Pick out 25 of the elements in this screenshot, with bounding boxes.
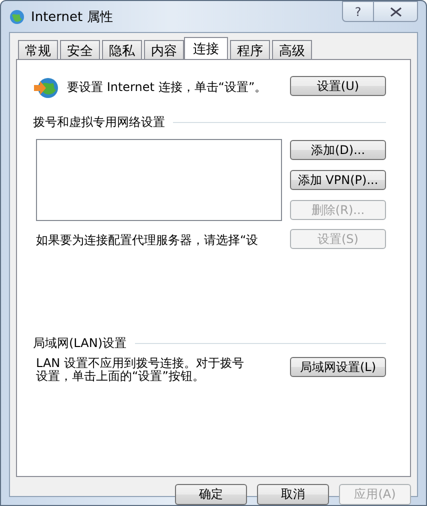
proxy-instruction: 如果要为连接配置代理服务器，请选择“设 bbox=[36, 232, 258, 249]
setup-instruction: 要设置 Internet 连接，单击“设置”。 bbox=[67, 81, 268, 93]
window-title: Internet 属性 bbox=[31, 9, 113, 26]
ok-button[interactable]: 确定 bbox=[175, 484, 247, 505]
globe-icon bbox=[33, 76, 59, 100]
globe-icon bbox=[9, 9, 25, 25]
add-button[interactable]: 添加(D)... bbox=[290, 140, 386, 160]
tab[interactable]: 程序 bbox=[230, 40, 270, 59]
tab[interactable]: 连接 bbox=[184, 37, 228, 59]
cancel-button[interactable]: 取消 bbox=[257, 484, 329, 505]
help-button[interactable]: ? bbox=[342, 1, 374, 22]
lan-instruction: LAN 设置不应用到拨号连接。对于拨号设置，单击上面的“设置”按钮。 bbox=[36, 357, 245, 383]
tab[interactable]: 隐私 bbox=[102, 40, 142, 59]
tab[interactable]: 安全 bbox=[60, 40, 100, 59]
close-button[interactable] bbox=[374, 1, 418, 22]
lan-settings-button[interactable]: 局域网设置(L) bbox=[290, 357, 386, 377]
settings-button[interactable]: 设置(U) bbox=[290, 76, 386, 96]
section-heading: 拨号和虚拟专用网络设置 bbox=[33, 114, 165, 131]
add-vpn-button[interactable]: 添加 VPN(P)... bbox=[290, 170, 386, 190]
connection-list[interactable] bbox=[36, 139, 282, 221]
close-icon bbox=[390, 6, 402, 16]
tab[interactable]: 高级 bbox=[272, 40, 312, 59]
section-heading: 局域网(LAN)设置 bbox=[33, 335, 127, 352]
tab[interactable]: 内容 bbox=[144, 40, 184, 59]
tab[interactable]: 常规 bbox=[18, 40, 58, 59]
